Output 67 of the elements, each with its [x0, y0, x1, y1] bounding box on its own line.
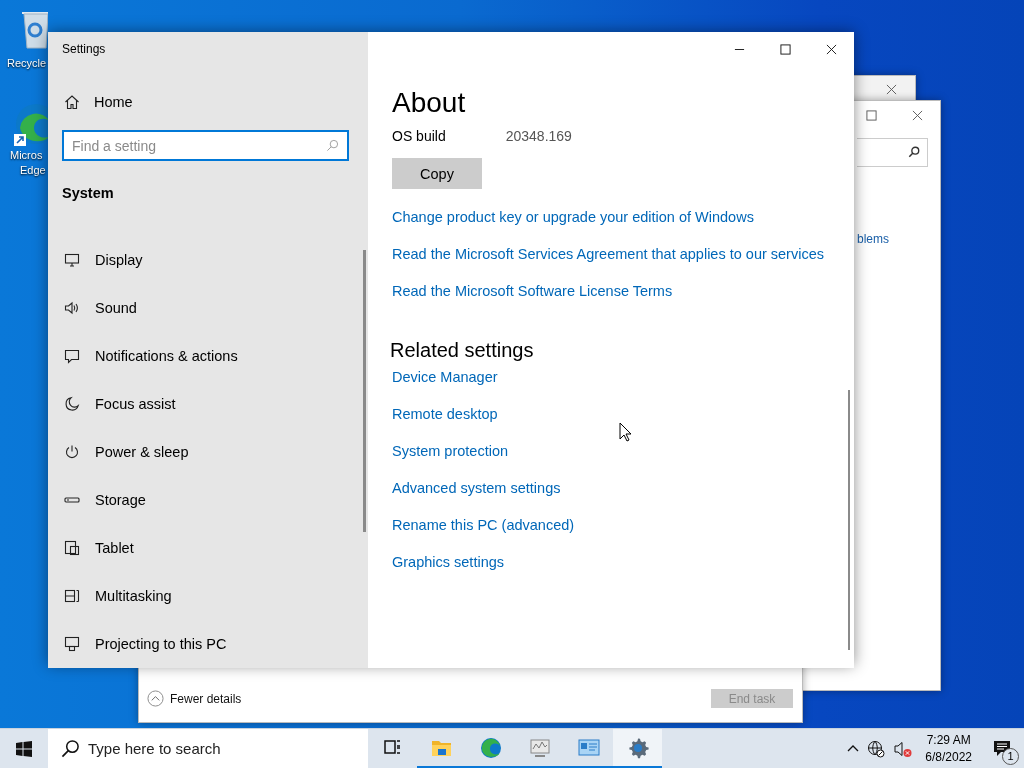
close-icon[interactable] [886, 84, 897, 95]
taskbar-app[interactable] [613, 729, 662, 768]
close-icon[interactable] [912, 110, 923, 121]
screen-icon [64, 636, 80, 652]
link[interactable]: Read the Microsoft Software License Terms [392, 283, 673, 299]
maximize-icon[interactable] [866, 110, 877, 121]
notification-count: 1 [1002, 748, 1019, 765]
windows-stack-icon [64, 588, 80, 604]
link[interactable]: System protection [392, 443, 509, 459]
chevron-up-icon [847, 745, 860, 752]
speaker-icon [64, 300, 80, 316]
globe-icon [867, 739, 886, 758]
page-title: About [392, 86, 466, 120]
link[interactable]: Read the Microsoft Services Agreement that applies to our services [392, 246, 824, 262]
notification-button[interactable]: 1 [980, 729, 1024, 768]
link[interactable]: Device Manager [392, 369, 498, 385]
home-icon [64, 94, 80, 110]
link[interactable]: Graphics settings [392, 554, 505, 570]
windows-logo-icon [16, 740, 32, 757]
spec-label: OS build [392, 128, 446, 144]
search-field[interactable]: Type here to search [48, 729, 368, 768]
scrollbar[interactable] [363, 250, 366, 532]
section-heading: System [62, 185, 114, 201]
nav-item[interactable]: Notifications & actions [48, 332, 348, 380]
scrollbar[interactable] [848, 390, 850, 650]
info-monitor-icon [577, 736, 600, 759]
link[interactable]: Remote desktop [392, 406, 498, 422]
search-icon [908, 146, 920, 158]
search-icon [326, 139, 339, 152]
speech-bubble-icon [64, 348, 80, 364]
fewer-details-toggle[interactable]: Fewer details [147, 690, 242, 707]
nav-item[interactable]: Tablet [48, 524, 348, 572]
nav-item[interactable]: Display [48, 236, 348, 284]
desktop-icon-label[interactable]: Edge [20, 163, 46, 178]
search-icon [61, 739, 80, 758]
desktop-icon-label[interactable]: Micros [10, 148, 43, 163]
spec-value: 20348.169 [505, 128, 572, 144]
nav-item[interactable]: Focus assist [48, 380, 348, 428]
maximize-icon [779, 43, 791, 55]
search-field[interactable]: Find a setting [62, 130, 349, 161]
nav-item[interactable]: Power & sleep [48, 428, 348, 476]
link[interactable]: blems [857, 232, 889, 246]
gear-icon [626, 736, 649, 759]
clock[interactable]: 7:29 AM 6/8/2022 [917, 729, 980, 768]
cursor-icon [619, 422, 632, 442]
monitor-icon [64, 252, 80, 268]
desktop-icon-label[interactable]: Recycle [7, 56, 47, 71]
section-heading: Related settings [390, 339, 534, 362]
chevron-up-icon [147, 690, 164, 707]
edge-icon [479, 736, 502, 759]
close-icon [825, 43, 837, 55]
moon-icon [64, 396, 80, 412]
link[interactable]: Rename this PC (advanced) [392, 517, 575, 533]
chart-monitor-icon [528, 736, 551, 759]
link[interactable]: Change product key or upgrade your edition of Windows [392, 209, 754, 225]
search-field[interactable] [857, 138, 928, 167]
home-link[interactable]: Home [62, 94, 133, 110]
muted-speaker-icon [893, 739, 914, 758]
nav-item[interactable]: Storage [48, 476, 348, 524]
nav-item[interactable]: Sound [48, 284, 348, 332]
copy-button[interactable]: Copy [392, 158, 482, 189]
nav-item[interactable]: Multitasking [48, 572, 348, 620]
window-title: Settings [62, 42, 106, 56]
nav-item[interactable]: Projecting to this PC [48, 620, 348, 668]
power-icon [64, 444, 80, 460]
link[interactable]: Advanced system settings [392, 480, 561, 496]
tablet-icon [64, 540, 80, 556]
